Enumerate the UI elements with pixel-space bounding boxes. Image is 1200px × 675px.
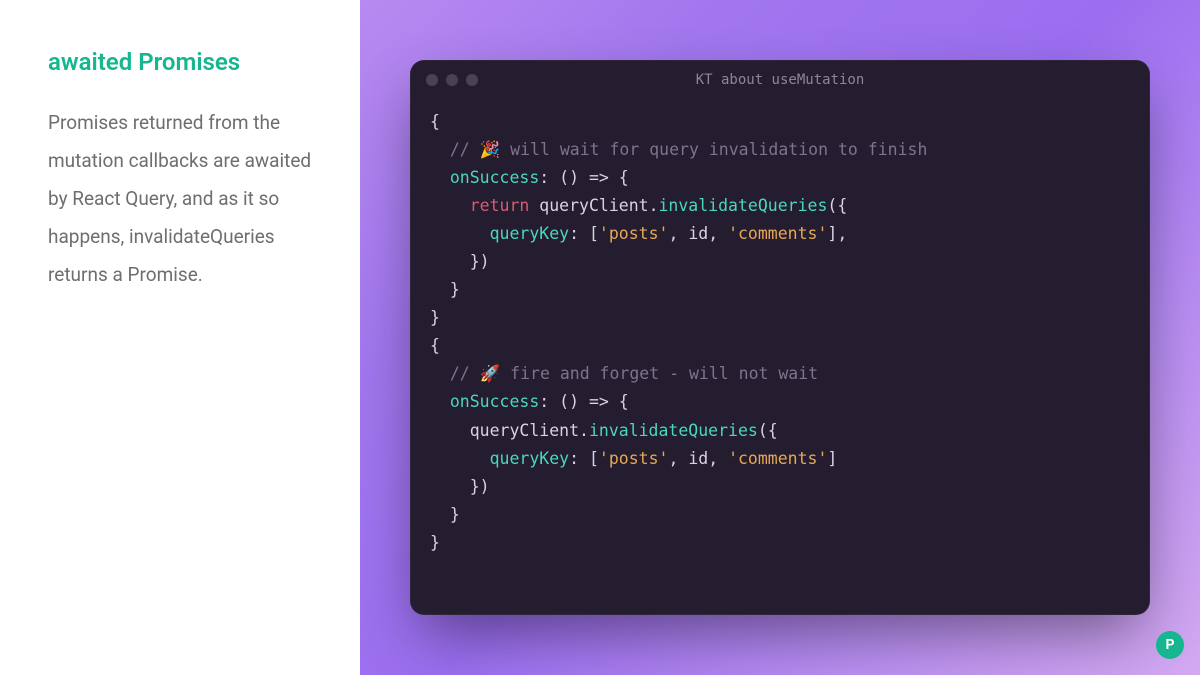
illustration-panel: KT about useMutation { // 🎉 will wait fo… (360, 0, 1200, 675)
code-key: queryKey (490, 449, 569, 468)
code-line: { (430, 112, 440, 131)
heading: awaited Promises (48, 48, 320, 76)
editor-title: KT about useMutation (410, 72, 1150, 88)
code-line: } (430, 280, 460, 299)
rocket-emoji-icon: 🚀 (480, 364, 501, 383)
window-controls (426, 74, 478, 86)
window-dot-icon (466, 74, 478, 86)
description-paragraph: Promises returned from the mutation call… (48, 104, 320, 294)
code-block: { // 🎉 will wait for query invalidation … (410, 100, 1150, 615)
editor-titlebar: KT about useMutation (410, 60, 1150, 100)
code-line: { (430, 336, 440, 355)
code-line: } (430, 308, 440, 327)
code-key: onSuccess (450, 392, 539, 411)
code-line: } (430, 533, 440, 552)
code-comment: // 🚀 fire and forget - will not wait (430, 364, 818, 383)
code-editor-window: KT about useMutation { // 🎉 will wait fo… (410, 60, 1150, 615)
code-method: invalidateQueries (589, 421, 758, 440)
code-string: 'posts' (599, 224, 669, 243)
code-line: }) (430, 252, 490, 271)
window-dot-icon (446, 74, 458, 86)
code-method: invalidateQueries (659, 196, 828, 215)
party-emoji-icon: 🎉 (480, 140, 501, 159)
window-dot-icon (426, 74, 438, 86)
text-panel: awaited Promises Promises returned from … (0, 0, 360, 675)
code-key: queryKey (490, 224, 569, 243)
code-line: } (430, 505, 460, 524)
code-string: 'comments' (728, 449, 827, 468)
code-key: onSuccess (450, 168, 539, 187)
code-line: }) (430, 477, 490, 496)
code-string: 'comments' (728, 224, 827, 243)
brand-logo-icon: P (1156, 631, 1184, 659)
code-string: 'posts' (599, 449, 669, 468)
code-comment: // 🎉 will wait for query invalidation to… (430, 140, 927, 159)
code-keyword: return (470, 196, 530, 215)
